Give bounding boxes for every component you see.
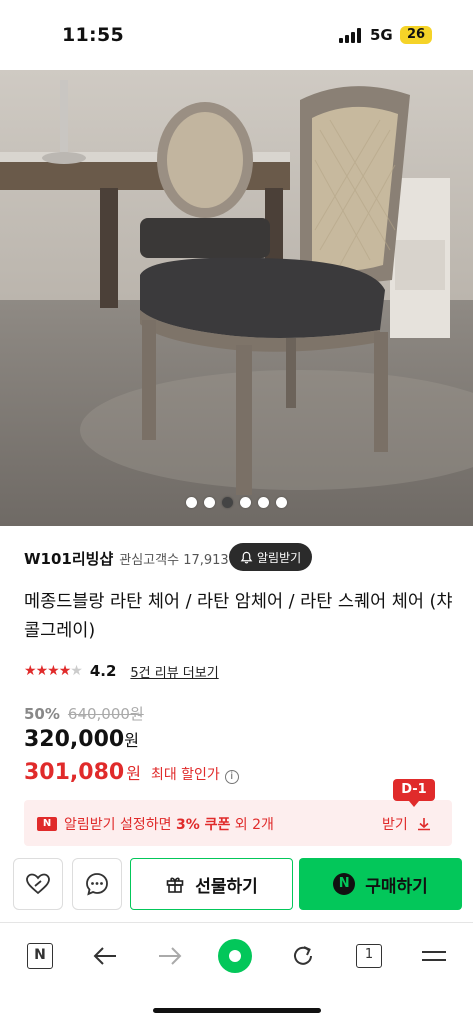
coupon-banner[interactable]: N 알림받기 설정하면 3% 쿠폰 외 2개 받기 xyxy=(24,800,452,846)
star-empty-icon: ★ xyxy=(70,663,83,679)
sale-price: 320,000원 xyxy=(24,727,139,752)
buy-label: 구매하기 xyxy=(365,876,428,897)
info-icon[interactable]: i xyxy=(224,770,239,784)
d-day-badge: D-1 xyxy=(393,779,435,807)
buy-button[interactable]: N 구매하기 xyxy=(299,858,462,910)
gift-button[interactable]: 선물하기 xyxy=(130,858,293,910)
gift-label: 선물하기 xyxy=(195,876,258,897)
gallery-dot[interactable] xyxy=(258,497,269,508)
sale-price-unit: 원 xyxy=(124,731,139,750)
discount-row: 50% 640,000원 xyxy=(24,703,144,724)
green-dot-button[interactable] xyxy=(218,939,252,973)
download-icon xyxy=(417,818,430,831)
signal-icon xyxy=(339,28,363,43)
rating-row: ★★★★★ 4.2 5건 리뷰 더보기 xyxy=(24,660,219,682)
like-button[interactable] xyxy=(13,858,63,910)
bell-plus-icon xyxy=(240,551,253,563)
chair-photo xyxy=(0,70,473,526)
purchase-action-bar: 선물하기 N 구매하기 xyxy=(0,858,473,914)
max-discount-label: 최대 할인가 xyxy=(150,767,220,783)
menu-button[interactable] xyxy=(417,939,451,973)
star-icon: ★ xyxy=(35,663,49,679)
rating-value: 4.2 xyxy=(89,662,117,680)
discount-rate: 50% xyxy=(24,704,60,723)
product-image[interactable] xyxy=(0,70,473,526)
sale-price-value: 320,000 xyxy=(24,727,125,752)
forward-button[interactable] xyxy=(153,939,187,973)
back-button[interactable] xyxy=(88,939,122,973)
seller-row: W101리빙샵 관심고객수 17,913 알림받기 xyxy=(24,543,454,573)
seller-name[interactable]: W101리빙샵 xyxy=(24,548,113,569)
chat-button[interactable] xyxy=(72,858,122,910)
refresh-button[interactable] xyxy=(286,939,320,973)
tabs-button[interactable]: 1 xyxy=(352,939,386,973)
tab-count: 1 xyxy=(356,944,382,968)
star-icon: ★ xyxy=(24,663,37,679)
gallery-dot[interactable] xyxy=(204,497,215,508)
home-indicator xyxy=(153,1008,321,1013)
status-time: 11:55 xyxy=(62,24,124,46)
gallery-dot[interactable] xyxy=(240,497,251,508)
battery-icon: 26 xyxy=(400,26,432,44)
download-label: 받기 xyxy=(382,817,408,833)
max-discount-row: 301,080 원 최대 할인가 i xyxy=(24,760,239,785)
product-title: 메종드블랑 라탄 체어 / 라탄 암체어 / 라탄 스퀘어 체어 (챠콜그레이) xyxy=(24,592,453,641)
network-label: 5G xyxy=(370,26,393,44)
naver-pay-icon: N xyxy=(333,873,356,895)
alarm-label: 알림받기 xyxy=(257,550,302,565)
chat-icon xyxy=(86,873,108,896)
gallery-dot[interactable] xyxy=(186,497,197,508)
refresh-icon xyxy=(294,946,312,965)
original-price: 640,000원 xyxy=(67,705,144,723)
gift-icon xyxy=(166,877,184,893)
arrow-right-icon xyxy=(159,947,182,965)
review-link[interactable]: 5건 리뷰 더보기 xyxy=(130,662,218,681)
max-discount-unit: 원 xyxy=(126,764,141,783)
naver-home-button[interactable]: N xyxy=(23,939,57,973)
max-discount-price: 301,080 xyxy=(24,760,125,785)
gallery-dots xyxy=(0,497,473,508)
naver-n-icon: N xyxy=(27,943,53,969)
green-circle-icon xyxy=(218,939,252,973)
hamburger-menu-icon xyxy=(422,951,446,961)
alarm-button[interactable]: 알림받기 xyxy=(229,543,313,571)
arrow-left-icon xyxy=(93,947,116,965)
status-bar: 11:55 5G 26 xyxy=(0,0,473,70)
heart-icon xyxy=(26,873,50,895)
coupon-text: 알림받기 설정하면 3% 쿠폰 외 2개 xyxy=(64,817,274,833)
follower-count: 관심고객수 17,913 xyxy=(119,552,229,568)
star-icon: ★ xyxy=(47,663,60,679)
star-icon: ★ xyxy=(58,663,72,679)
star-rating: ★★★★★ xyxy=(24,663,83,679)
gallery-dot[interactable] xyxy=(276,497,287,508)
naver-n-icon: N xyxy=(37,817,57,831)
coupon-download-button[interactable]: 받기 xyxy=(382,814,432,834)
browser-toolbar: N 1 xyxy=(0,922,473,988)
gallery-dot-active[interactable] xyxy=(222,497,233,508)
